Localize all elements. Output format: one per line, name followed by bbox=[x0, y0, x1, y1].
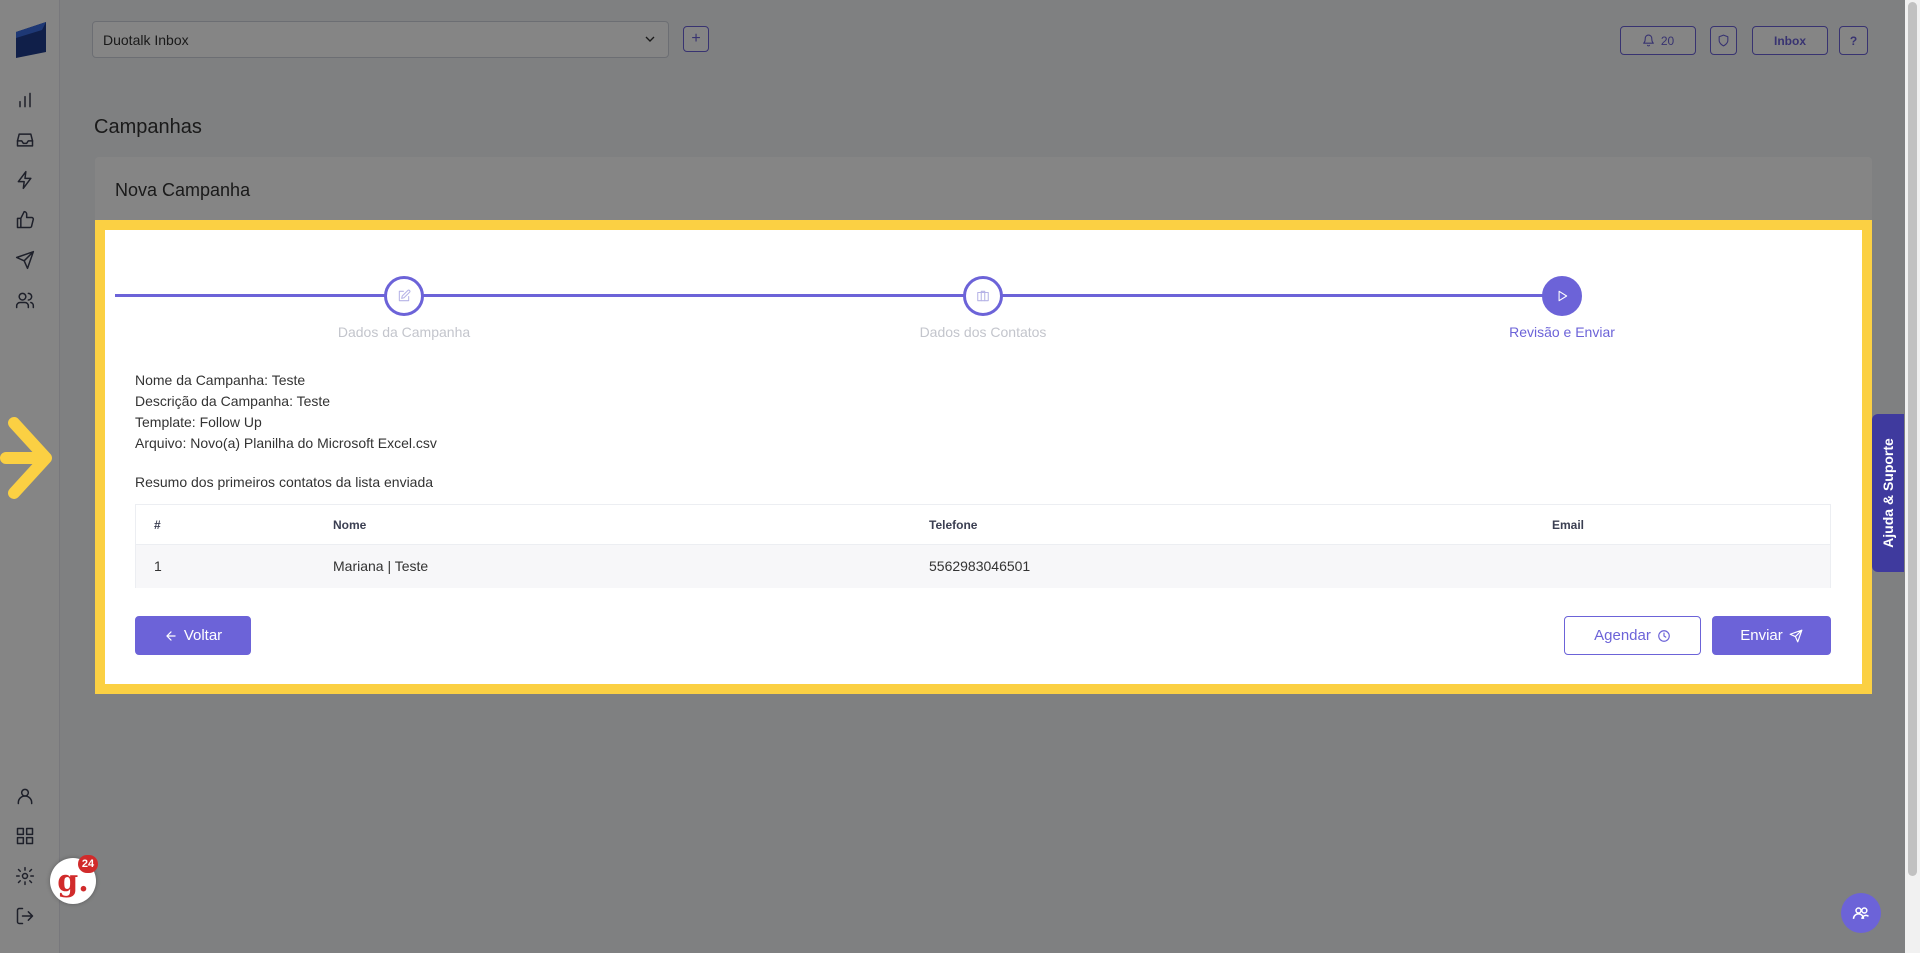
table-header: # Nome Telefone Email bbox=[136, 505, 1830, 545]
chat-button[interactable] bbox=[1841, 893, 1881, 933]
lightning-icon[interactable] bbox=[12, 167, 38, 193]
send-button-label: Enviar bbox=[1740, 627, 1783, 644]
g-widget-count: 24 bbox=[78, 855, 98, 873]
shield-icon bbox=[1718, 34, 1729, 47]
step-1-label: Dados da Campanha bbox=[337, 324, 471, 340]
contacts-table: # Nome Telefone Email 1 Mariana | Teste … bbox=[135, 504, 1831, 588]
send-icon bbox=[1789, 629, 1803, 642]
header-index: # bbox=[154, 518, 161, 532]
dim-overlay-bottom bbox=[0, 694, 1920, 953]
step-3-label: Revisão e Enviar bbox=[1509, 324, 1615, 340]
help-support-label: Ajuda & Suporte bbox=[1880, 438, 1897, 548]
inbox-button[interactable]: Inbox bbox=[1752, 26, 1828, 55]
card-title: Nova Campanha bbox=[95, 157, 1872, 221]
step-3-circle[interactable] bbox=[1542, 276, 1582, 316]
logout-icon[interactable] bbox=[12, 903, 38, 929]
campaign-template-detail: Template: Follow Up bbox=[135, 414, 262, 430]
chevron-down-icon bbox=[645, 36, 655, 42]
row-phone: 5562983046501 bbox=[929, 558, 1031, 574]
back-button[interactable]: Voltar bbox=[135, 616, 251, 655]
arrow-left-icon bbox=[166, 630, 176, 641]
header-email: Email bbox=[1552, 518, 1585, 532]
step-1-circle[interactable] bbox=[384, 276, 424, 316]
step-2-circle[interactable] bbox=[963, 276, 1003, 316]
campaign-description-detail: Descrição da Campanha: Teste bbox=[135, 393, 331, 409]
step-2-label: Dados dos Contatos bbox=[919, 324, 1047, 340]
inbox-select[interactable]: Duotalk Inbox bbox=[92, 21, 669, 58]
bell-icon bbox=[1642, 34, 1654, 47]
notifications-count: 20 bbox=[1660, 33, 1675, 48]
schedule-button[interactable]: Agendar bbox=[1564, 616, 1701, 655]
help-support-tab[interactable]: Ajuda & Suporte bbox=[1872, 414, 1904, 572]
arrow-right-pointer-icon bbox=[0, 417, 52, 499]
apps-grid-icon[interactable] bbox=[12, 823, 38, 849]
shield-button[interactable] bbox=[1710, 26, 1737, 55]
back-button-label: Voltar bbox=[183, 627, 223, 644]
header-phone: Telefone bbox=[929, 518, 978, 532]
table-row: 1 Mariana | Teste 5562983046501 bbox=[136, 545, 1830, 588]
clock-icon bbox=[1658, 629, 1670, 642]
inbox-icon[interactable] bbox=[12, 127, 38, 153]
row-name: Mariana | Teste bbox=[333, 558, 429, 574]
send-campaign-icon[interactable] bbox=[12, 247, 38, 273]
add-inbox-button[interactable]: + bbox=[683, 26, 709, 52]
header-name: Nome bbox=[333, 518, 367, 532]
settings-gear-icon[interactable] bbox=[12, 863, 38, 889]
stepper-line bbox=[115, 294, 1561, 297]
profile-icon[interactable] bbox=[12, 783, 38, 809]
thumbs-up-icon[interactable] bbox=[12, 207, 38, 233]
notifications-button[interactable]: 20 bbox=[1620, 26, 1696, 55]
page-title: Campanhas bbox=[94, 116, 202, 138]
play-icon bbox=[1558, 290, 1568, 302]
users-icon[interactable] bbox=[12, 287, 38, 313]
help-button[interactable]: ? bbox=[1839, 26, 1868, 55]
contacts-icon bbox=[977, 290, 989, 302]
people-chat-icon bbox=[1852, 907, 1869, 920]
campaign-file-detail: Arquivo: Novo(a) Planilha do Microsoft E… bbox=[135, 435, 437, 451]
scrollbar-thumb[interactable] bbox=[1908, 2, 1917, 876]
campaign-name-detail: Nome da Campanha: Teste bbox=[135, 372, 306, 388]
inbox-select-value: Duotalk Inbox bbox=[103, 31, 189, 48]
send-button[interactable]: Enviar bbox=[1712, 616, 1831, 655]
row-index: 1 bbox=[154, 558, 162, 574]
contacts-summary-title: Resumo dos primeiros contatos da lista e… bbox=[135, 474, 434, 490]
edit-icon bbox=[398, 289, 411, 302]
page-scrollbar[interactable] bbox=[1905, 0, 1920, 953]
duotalk-logo[interactable] bbox=[12, 18, 50, 58]
campaign-card: Nova Campanha bbox=[95, 157, 1872, 693]
dashboard-chart-icon[interactable] bbox=[12, 87, 38, 113]
schedule-button-label: Agendar bbox=[1594, 627, 1651, 644]
